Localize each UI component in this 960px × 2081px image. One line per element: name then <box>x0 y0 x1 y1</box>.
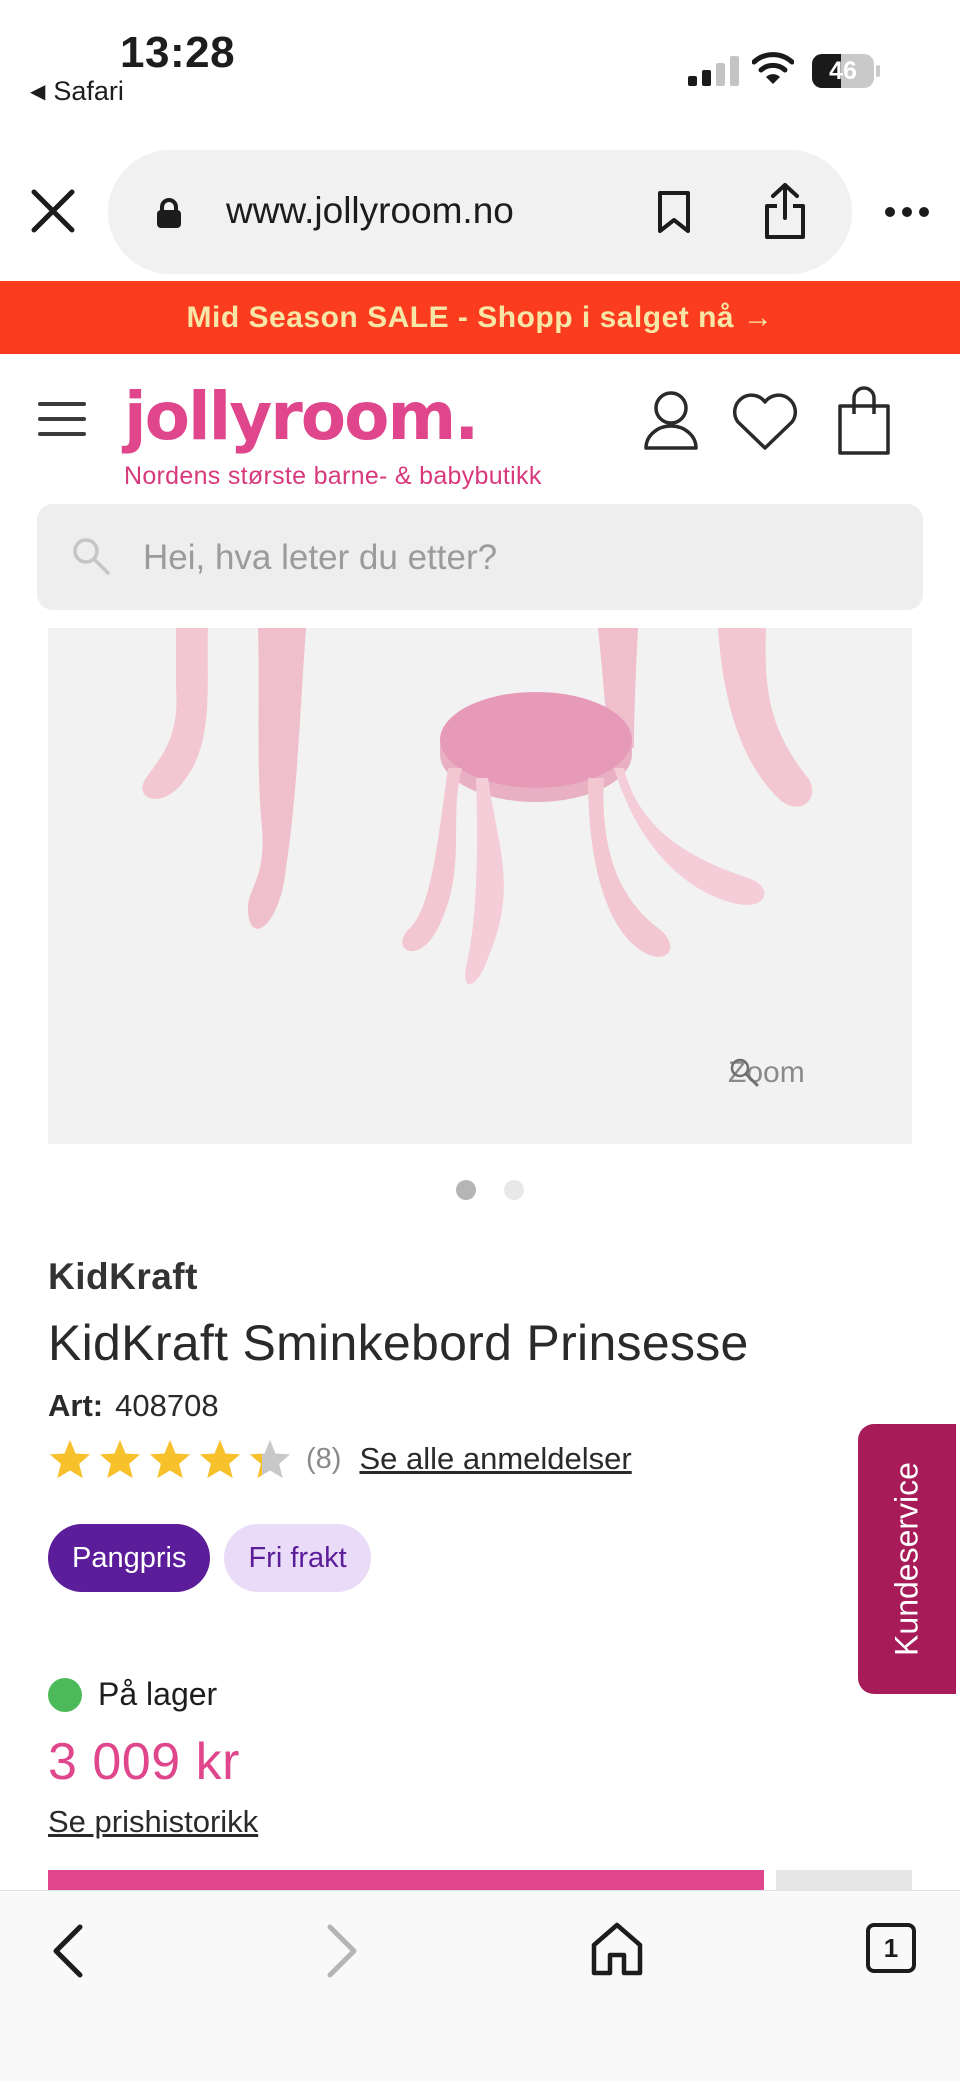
browser-toolbar: 1 <box>0 1890 960 2081</box>
star-filled-icon <box>199 1439 241 1479</box>
badge-pangpris: Pangpris <box>48 1524 211 1592</box>
product-rating[interactable]: (8) Se alle anmeldelser <box>48 1438 632 1480</box>
gallery-dot-1[interactable] <box>456 1180 476 1200</box>
product-title: KidKraft Sminkebord Prinsesse <box>48 1315 749 1371</box>
bookmark-icon[interactable] <box>656 190 692 234</box>
status-time: 13:28 <box>120 28 236 77</box>
battery-indicator: 46 <box>812 54 880 88</box>
in-stock-indicator <box>48 1677 82 1712</box>
product-image[interactable]: Zoom <box>48 628 912 1144</box>
zoom-button[interactable]: Zoom <box>728 1056 805 1090</box>
heart-icon[interactable] <box>730 390 800 452</box>
back-to-app-link[interactable]: ◀ Safari <box>30 76 124 107</box>
add-to-cart-button[interactable] <box>48 1870 764 1890</box>
back-triangle-icon: ◀ <box>30 81 46 103</box>
tabs-button[interactable]: 1 <box>866 1923 916 1973</box>
back-app-label: Safari <box>53 76 124 106</box>
article-label: Art: <box>48 1388 104 1423</box>
search-icon <box>73 538 110 575</box>
site-tagline: Nordens største barne- & babybutikk <box>124 462 542 490</box>
search-bar[interactable]: Hei, hva leter du etter? <box>37 504 923 610</box>
search-placeholder: Hei, hva leter du etter? <box>143 538 498 577</box>
review-count: (8) <box>306 1442 342 1475</box>
badge-fri-frakt: Fri frakt <box>224 1524 371 1592</box>
cellular-signal-icon <box>688 56 739 86</box>
stock-text: På lager <box>98 1676 218 1712</box>
tab-count: 1 <box>883 1932 899 1963</box>
article-number: Art: 408708 <box>48 1388 219 1424</box>
site-logo[interactable]: jollyroom. <box>124 378 479 455</box>
gallery-dot-2[interactable] <box>504 1180 524 1200</box>
user-icon[interactable] <box>642 390 700 452</box>
customer-service-tab[interactable]: Kundeservice <box>858 1424 956 1694</box>
home-icon[interactable] <box>590 1921 644 1977</box>
article-value: 408708 <box>115 1388 219 1423</box>
promo-text: Mid Season SALE - Shopp i salget nå → <box>186 300 774 334</box>
star-filled-icon <box>99 1439 141 1479</box>
see-all-reviews-link[interactable]: Se alle anmeldelser <box>359 1441 631 1477</box>
star-filled-icon <box>149 1439 191 1479</box>
price-history-link[interactable]: Se prishistorikk <box>48 1804 258 1840</box>
lock-icon <box>157 198 181 228</box>
gallery-pagination <box>456 1180 524 1200</box>
forward-icon[interactable] <box>322 1921 362 1981</box>
star-filled-icon <box>49 1439 91 1479</box>
secondary-action-button[interactable] <box>776 1870 912 1890</box>
product-price: 3 009 kr <box>48 1733 240 1791</box>
customer-service-label: Kundeservice <box>888 1462 925 1656</box>
bag-icon[interactable] <box>836 386 892 456</box>
battery-level: 46 <box>829 57 857 85</box>
hamburger-icon[interactable] <box>38 402 86 436</box>
close-icon[interactable] <box>30 188 76 234</box>
wifi-icon <box>752 52 794 84</box>
product-brand[interactable]: KidKraft <box>48 1256 198 1298</box>
status-bar: 13:28 ◀ Safari 46 <box>0 0 960 130</box>
back-icon[interactable] <box>48 1921 88 1981</box>
address-bar[interactable]: www.jollyroom.no <box>108 150 852 274</box>
url-text: www.jollyroom.no <box>226 190 514 231</box>
stock-status: På lager <box>48 1676 217 1713</box>
magnifier-icon <box>730 1058 759 1087</box>
product-badges: Pangpris Fri frakt <box>48 1524 371 1592</box>
star-partial-icon <box>249 1439 291 1479</box>
more-icon[interactable] <box>884 202 930 222</box>
promo-banner[interactable]: Mid Season SALE - Shopp i salget nå → <box>0 281 960 354</box>
share-icon[interactable] <box>762 182 808 240</box>
